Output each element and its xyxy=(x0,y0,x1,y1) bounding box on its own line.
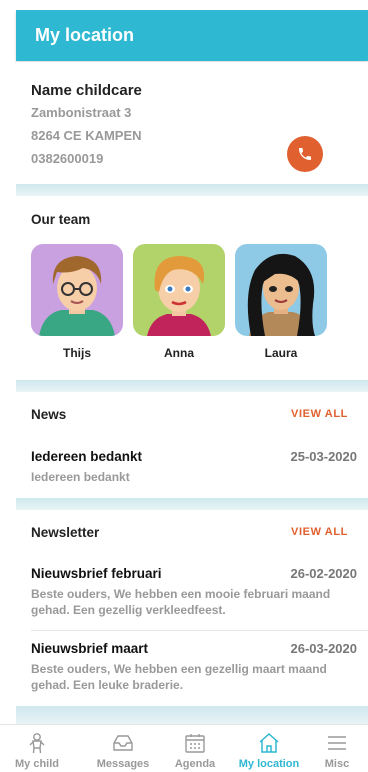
avatar xyxy=(133,244,225,336)
phone-icon xyxy=(299,148,311,160)
news-title: News xyxy=(31,407,67,422)
location-card: Name childcare Zambonistraat 3 8264 CE K… xyxy=(16,62,368,184)
news-item-date: 25-03-2020 xyxy=(290,449,358,464)
newsletter-view-all-link[interactable]: VIEW ALL xyxy=(291,526,348,538)
newsletter-item-summary: Beste ouders, We hebben een mooie februa… xyxy=(31,587,331,617)
team-member-name: Thijs xyxy=(62,346,91,360)
avatar xyxy=(31,244,123,336)
news-view-all-link[interactable]: VIEW ALL xyxy=(291,408,348,420)
section-separator xyxy=(16,706,368,724)
calendar-icon xyxy=(185,734,205,753)
newsletter-card: Newsletter VIEW ALL Nieuwsbrief februari… xyxy=(16,510,368,706)
news-card: News VIEW ALL Iedereen bedankt 25-03-202… xyxy=(16,392,368,498)
team-member-name: Laura xyxy=(264,346,298,360)
nav-item-my-location[interactable]: My location xyxy=(232,725,306,772)
section-separator xyxy=(16,184,368,196)
nav-item-messages[interactable]: Messages xyxy=(86,725,160,772)
nav-label: My child xyxy=(14,758,59,770)
team-card: Our team Thijs Anna Laura xyxy=(16,196,368,380)
call-button[interactable] xyxy=(287,136,323,172)
news-item-summary: Iedereen bedankt xyxy=(31,470,130,484)
team-member-name: Anna xyxy=(164,346,194,360)
inbox-icon xyxy=(113,735,133,751)
section-separator xyxy=(16,380,368,392)
app-header: My location xyxy=(16,10,368,61)
newsletter-item-title: Nieuwsbrief februari xyxy=(31,566,162,581)
team-member[interactable]: Anna xyxy=(133,244,225,360)
nav-label: My location xyxy=(238,758,300,770)
bottom-nav: My child Messages Agenda My location Mis… xyxy=(0,724,368,772)
location-city: 8264 CE KAMPEN xyxy=(31,128,142,143)
newsletter-item-date: 26-03-2020 xyxy=(290,641,358,656)
list-divider xyxy=(31,630,368,631)
news-item-title: Iedereen bedankt xyxy=(31,449,143,464)
newsletter-item-title: Nieuwsbrief maart xyxy=(31,641,149,656)
newsletter-title: Newsletter xyxy=(31,525,100,540)
location-street: Zambonistraat 3 xyxy=(31,105,132,120)
avatar xyxy=(235,244,327,336)
newsletter-item-date: 26-02-2020 xyxy=(290,566,358,581)
page-title: My location xyxy=(35,25,135,45)
newsletter-item-summary: Beste ouders, We hebben een gezellig maa… xyxy=(31,662,327,692)
team-member[interactable]: Thijs xyxy=(31,244,123,360)
nav-label: Agenda xyxy=(174,758,216,770)
home-icon xyxy=(259,732,279,753)
nav-item-my-child[interactable]: My child xyxy=(0,725,74,772)
section-separator xyxy=(16,498,368,510)
nav-item-misc[interactable]: Misc xyxy=(306,725,368,772)
team-title: Our team xyxy=(31,212,91,227)
nav-label: Misc xyxy=(324,758,350,770)
location-phone: 0382600019 xyxy=(31,151,104,166)
nav-label: Messages xyxy=(96,758,150,770)
menu-icon xyxy=(328,736,346,750)
nav-item-agenda[interactable]: Agenda xyxy=(158,725,232,772)
team-member[interactable]: Laura xyxy=(235,244,327,360)
child-icon xyxy=(29,733,45,754)
location-name: Name childcare xyxy=(31,82,142,99)
app-screen: My location Name childcare Zambonistraat… xyxy=(0,0,368,772)
